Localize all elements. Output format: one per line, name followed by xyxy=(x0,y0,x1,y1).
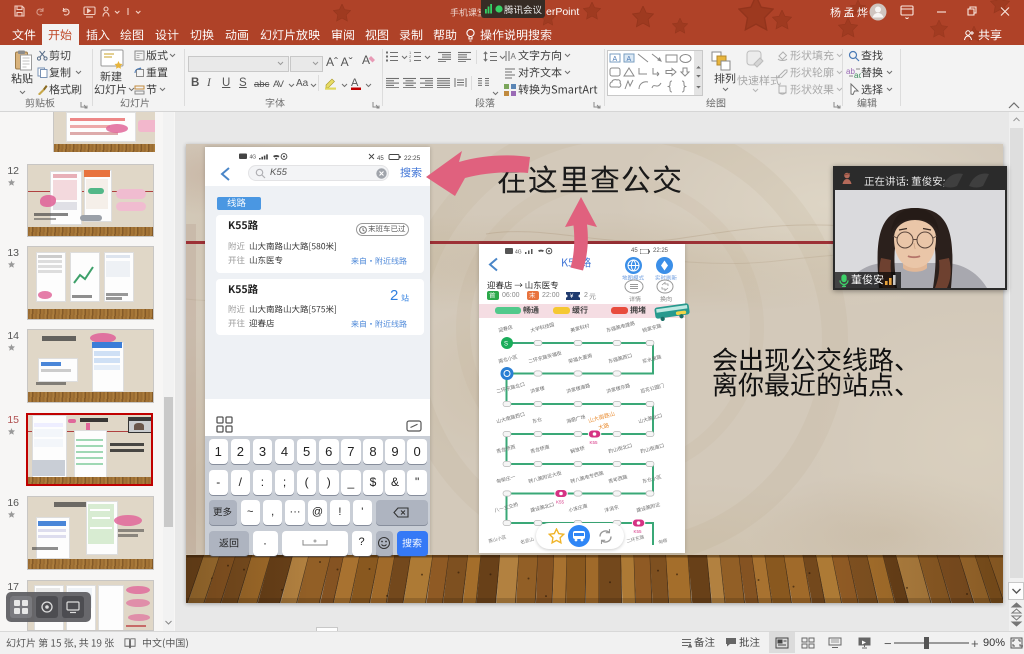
svg-text:A: A xyxy=(351,77,359,89)
svg-text:A: A xyxy=(511,52,517,61)
svg-text:22:25: 22:25 xyxy=(404,155,421,161)
svg-text:K55: K55 xyxy=(590,440,599,445)
svg-text:K55: K55 xyxy=(556,500,565,505)
svg-text:K55: K55 xyxy=(634,529,643,534)
svg-text:45: 45 xyxy=(377,156,384,161)
svg-text:A: A xyxy=(613,56,618,63)
svg-text:4G: 4G xyxy=(250,155,257,161)
svg-text:A: A xyxy=(362,53,370,66)
svg-text:S: S xyxy=(504,342,508,348)
svg-text:3: 3 xyxy=(409,58,412,62)
svg-text:ac: ac xyxy=(854,71,861,79)
svg-text:A: A xyxy=(627,56,632,63)
